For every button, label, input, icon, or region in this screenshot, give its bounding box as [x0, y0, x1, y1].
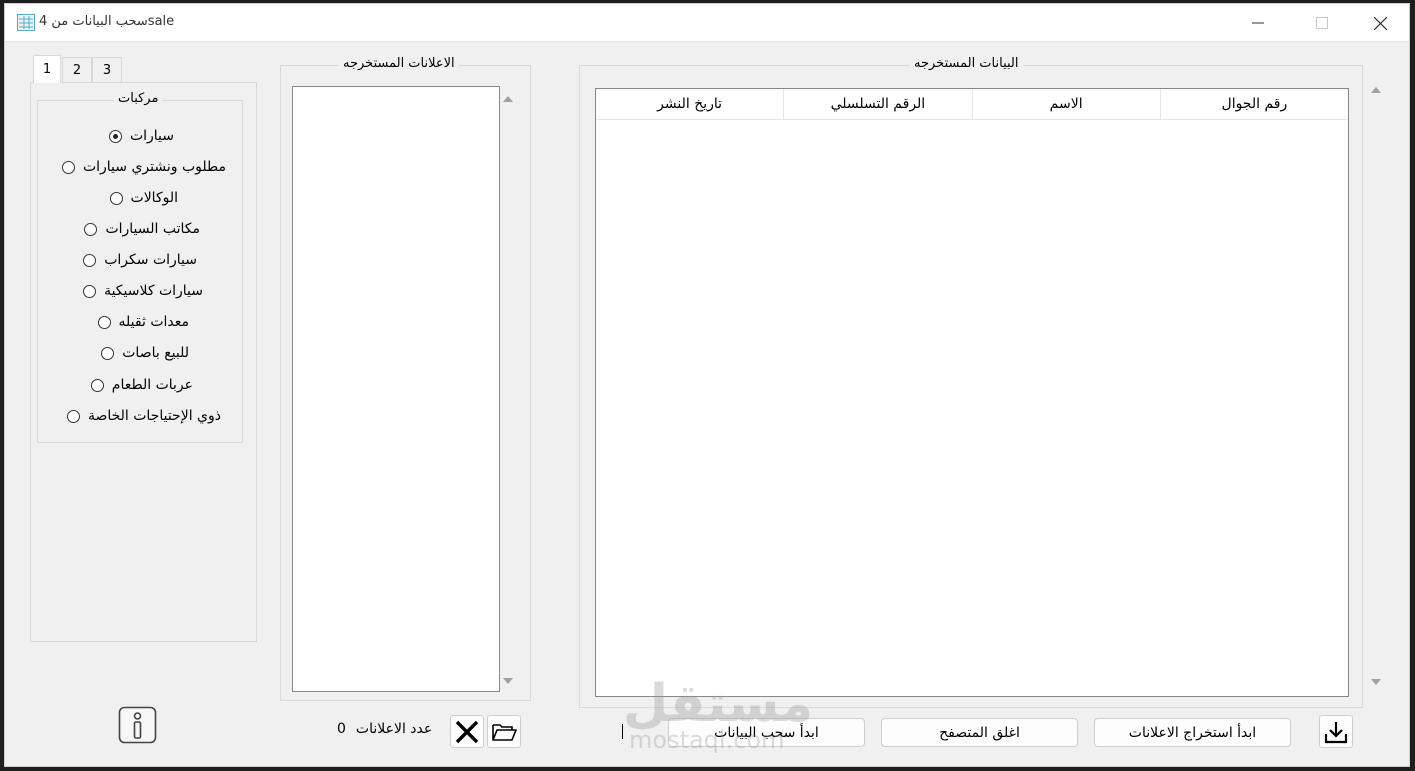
- data-group-title: البيانات المستخرجه: [910, 56, 1023, 71]
- table-header: رقم الجوال الاسم الرقم التسلسلي تاريخ ال…: [596, 89, 1348, 120]
- data-groupbox: البيانات المستخرجه رقم الجوال الاسم الرق…: [579, 56, 1363, 708]
- column-header-serial[interactable]: الرقم التسلسلي: [783, 89, 971, 119]
- tab-pane: مركبات سيارات مطلوب ونشتري سيارات الوكال…: [30, 82, 257, 642]
- tab-1[interactable]: 1: [33, 55, 61, 83]
- folder-open-icon: [492, 723, 517, 741]
- radio-button[interactable]: [109, 191, 123, 205]
- radio-option-heavy-equipment[interactable]: معدات ثقيله: [97, 314, 189, 330]
- radio-button[interactable]: [108, 129, 122, 143]
- radio-label: للبيع باصات: [122, 345, 189, 361]
- scroll-up-arrow[interactable]: [503, 96, 513, 102]
- radio-label: سيارات سكراب: [104, 252, 197, 268]
- close-button[interactable]: [1357, 10, 1403, 36]
- start-pull-data-button[interactable]: ابدأ سحب البيانات: [668, 718, 865, 747]
- download-button[interactable]: [1319, 715, 1353, 748]
- maximize-icon: [1316, 17, 1328, 29]
- radio-button[interactable]: [61, 160, 75, 174]
- ads-count: عدد الاعلانات 0: [337, 721, 432, 737]
- column-header-name[interactable]: الاسم: [971, 89, 1160, 119]
- info-icon: [118, 706, 157, 744]
- info-button[interactable]: [118, 706, 157, 744]
- radio-label: عربات الطعام: [111, 377, 193, 393]
- tab-2[interactable]: 2: [62, 57, 92, 83]
- radio-button[interactable]: [83, 253, 97, 267]
- category-groupbox: مركبات سيارات مطلوب ونشتري سيارات الوكال…: [37, 91, 243, 443]
- radio-option-agencies[interactable]: الوكالات: [109, 190, 178, 206]
- page-scroll-up-arrow[interactable]: [1371, 87, 1381, 93]
- column-header-date[interactable]: تاريخ النشر: [596, 89, 783, 119]
- ads-count-label: عدد الاعلانات: [355, 721, 433, 737]
- minimize-button[interactable]: [1235, 10, 1281, 36]
- radio-label: سيارات كلاسيكية: [104, 283, 203, 299]
- data-table[interactable]: رقم الجوال الاسم الرقم التسلسلي تاريخ ال…: [595, 88, 1349, 697]
- ads-groupbox: الاعلانات المستخرجه: [280, 56, 531, 701]
- tab-label: 2: [72, 63, 82, 78]
- scroll-down-arrow[interactable]: [503, 678, 513, 684]
- ads-count-value: 0: [337, 721, 346, 737]
- ads-listbox[interactable]: [292, 86, 500, 692]
- radio-option-car-offices[interactable]: مكاتب السيارات: [84, 221, 200, 237]
- ads-group-title: الاعلانات المستخرجه: [339, 56, 459, 71]
- radio-button[interactable]: [84, 222, 98, 236]
- radio-button[interactable]: [66, 409, 80, 423]
- title-bar: سحب البيانات من 4sale: [5, 4, 1409, 42]
- minimize-icon: [1252, 22, 1264, 24]
- tab-label: 1: [42, 62, 52, 77]
- clear-button[interactable]: [450, 715, 484, 748]
- tab-label: 3: [102, 63, 112, 78]
- radio-button[interactable]: [101, 346, 115, 360]
- main-window: سحب البيانات من 4sale 1 2 3 مركبات سيارا…: [4, 3, 1410, 767]
- radio-button[interactable]: [97, 315, 111, 329]
- maximize-button[interactable]: [1299, 10, 1345, 36]
- text-cursor: [622, 724, 623, 739]
- radio-label: الوكالات: [130, 190, 178, 206]
- page-scroll-down-arrow[interactable]: [1371, 679, 1381, 685]
- column-header-phone[interactable]: رقم الجوال: [1159, 89, 1348, 119]
- close-icon: [1373, 16, 1387, 30]
- radio-option-special-needs[interactable]: ذوي الإحتياجات الخاصة: [66, 408, 221, 424]
- tab-3[interactable]: 3: [92, 57, 122, 83]
- radio-option-wanted-cars[interactable]: مطلوب ونشتري سيارات: [61, 159, 226, 175]
- app-grid-icon: [17, 14, 35, 31]
- radio-option-food-trucks[interactable]: عربات الطعام: [90, 377, 193, 393]
- radio-option-cars[interactable]: سيارات: [108, 128, 174, 144]
- open-folder-button[interactable]: [487, 715, 521, 748]
- radio-label: ذوي الإحتياجات الخاصة: [87, 408, 221, 424]
- download-icon: [1324, 721, 1348, 743]
- close-x-icon: [455, 720, 479, 743]
- radio-option-classic-cars[interactable]: سيارات كلاسيكية: [83, 283, 203, 299]
- radio-label: معدات ثقيله: [118, 314, 189, 330]
- radio-button[interactable]: [83, 284, 97, 298]
- radio-option-scrap-cars[interactable]: سيارات سكراب: [83, 252, 197, 268]
- close-browser-button[interactable]: اغلق المتصفح: [881, 718, 1078, 747]
- radio-label: سيارات: [129, 128, 174, 144]
- radio-button[interactable]: [90, 378, 104, 392]
- radio-label: مكاتب السيارات: [105, 221, 200, 237]
- radio-option-buses[interactable]: للبيع باصات: [101, 345, 189, 361]
- start-extract-ads-button[interactable]: ابدأ استخراج الاعلانات: [1094, 718, 1291, 747]
- window-title: سحب البيانات من 4sale: [39, 14, 175, 29]
- category-group-title: مركبات: [114, 91, 163, 106]
- radio-label: مطلوب ونشتري سيارات: [82, 159, 226, 175]
